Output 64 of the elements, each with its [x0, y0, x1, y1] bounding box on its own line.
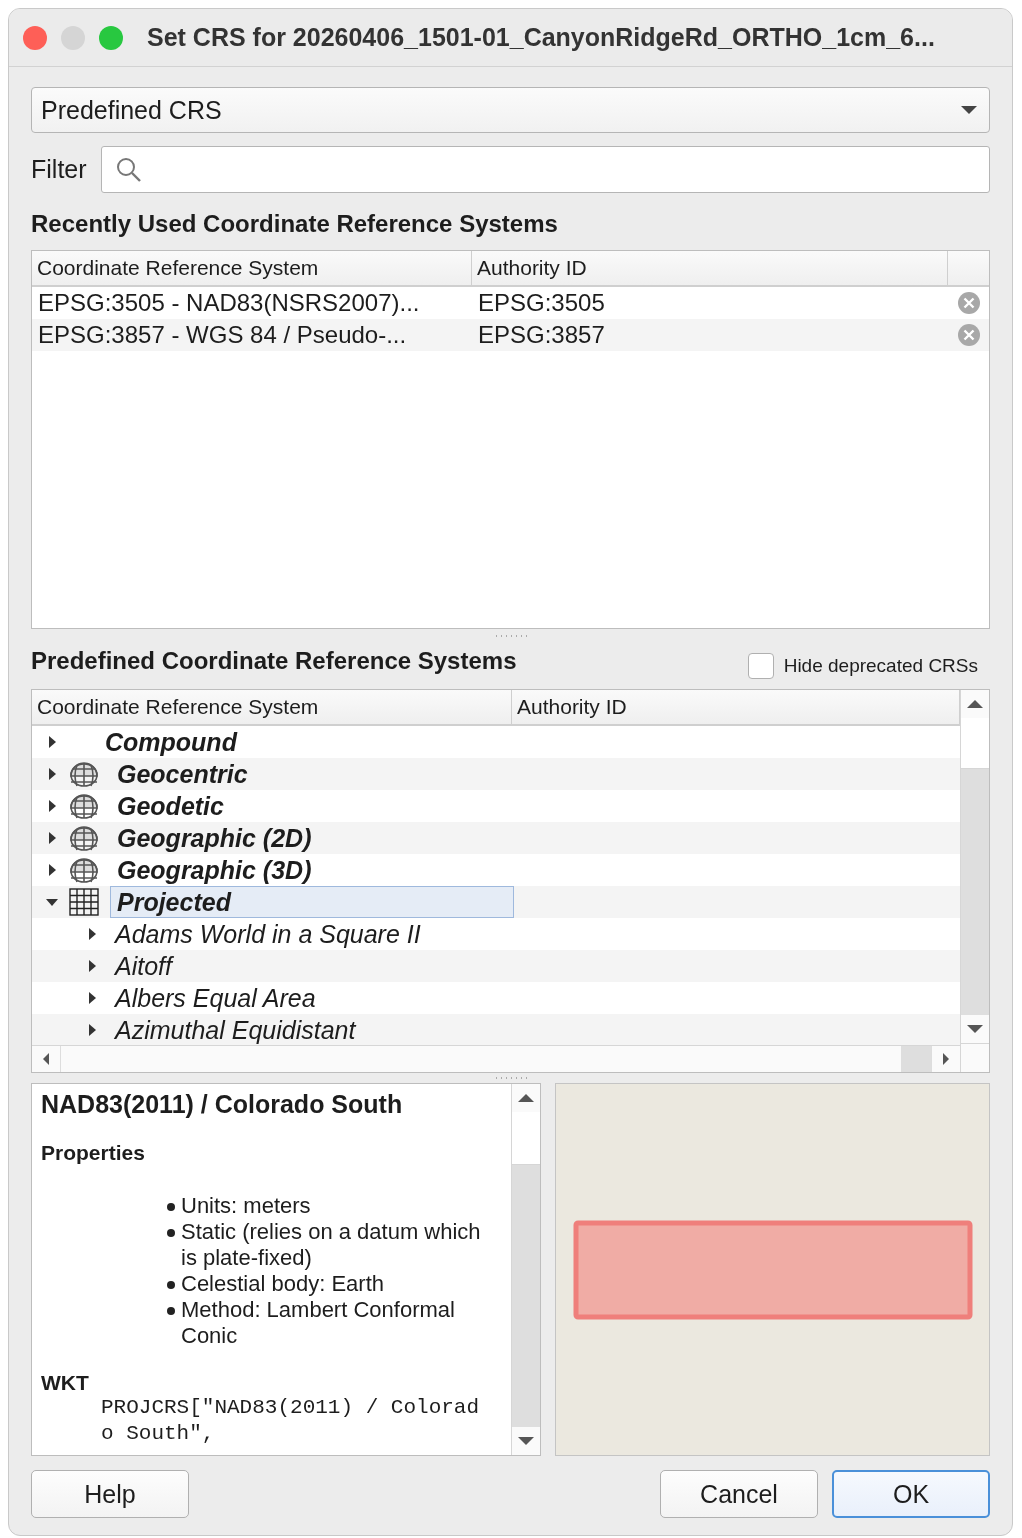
table-cell[interactable]: EPSG:3505 — [472, 289, 912, 317]
table-cell[interactable]: EPSG:3857 — [472, 321, 912, 349]
bullet-icon — [167, 1281, 175, 1289]
caret-icon — [961, 105, 977, 115]
filter-label: Filter — [31, 155, 87, 184]
expand-arrow-icon[interactable] — [46, 767, 58, 781]
scroll-left-icon[interactable] — [41, 1052, 51, 1066]
table-cell[interactable]: EPSG:3857 - WGS 84 / Pseudo-... — [32, 321, 472, 349]
property-text: Static (relies on a datum which is plate-fixed) — [181, 1219, 482, 1271]
expand-arrow-icon[interactable] — [46, 799, 58, 813]
checkbox[interactable] — [747, 653, 774, 679]
expand-arrow-icon[interactable] — [86, 927, 98, 941]
table-cell[interactable]: EPSG:3505 - NAD83(NSRS2007)... — [32, 289, 472, 317]
tree-item[interactable]: Geographic (3D) — [110, 854, 319, 886]
tree-item[interactable]: Geocentric — [110, 758, 255, 790]
checkbox-label: Hide deprecated CRSs — [783, 655, 978, 677]
section-heading: Recently Used Coordinate Reference Systems — [31, 210, 559, 238]
column-header[interactable]: Authority ID — [472, 251, 948, 285]
scroll-up-icon[interactable] — [518, 1093, 534, 1103]
scroll-right-icon[interactable] — [941, 1052, 951, 1066]
tree-item[interactable]: Compound — [98, 726, 244, 758]
expand-arrow-icon[interactable] — [46, 735, 58, 749]
scroll-up-icon[interactable] — [967, 699, 983, 709]
bullet-icon — [167, 1307, 175, 1315]
expand-arrow-icon[interactable] — [86, 1023, 98, 1037]
globe-icon — [68, 760, 100, 788]
scrollbar-thumb[interactable] — [512, 1112, 540, 1165]
dialog-button[interactable]: Cancel — [660, 1470, 818, 1518]
expand-arrow-icon[interactable] — [46, 863, 58, 877]
tree-item[interactable]: Geodetic — [110, 790, 231, 822]
close-button[interactable] — [23, 25, 47, 50]
grid-icon — [68, 888, 100, 916]
expand-arrow-icon[interactable] — [86, 959, 98, 973]
scrollbar-thumb[interactable] — [961, 718, 989, 769]
globe-icon — [68, 792, 100, 820]
section-heading: Predefined Coordinate Reference Systems — [31, 647, 517, 675]
column-header[interactable]: Coordinate Reference System — [32, 690, 512, 724]
tree-item[interactable]: Adams World in a Square II — [108, 918, 428, 950]
search-icon — [115, 156, 142, 183]
expand-arrow-icon[interactable] — [46, 831, 58, 845]
bullet-icon — [167, 1229, 175, 1237]
property-text: Units: meters — [181, 1193, 311, 1219]
column-header[interactable]: Coordinate Reference System — [32, 251, 472, 285]
crs-type-dropdown[interactable]: Predefined CRS — [31, 87, 990, 133]
wkt-text: PROJCRS["NAD83(2011) / Colorado South", — [101, 1395, 480, 1447]
bullet-icon — [167, 1203, 175, 1211]
dialog-button[interactable]: Help — [31, 1470, 189, 1518]
scroll-down-icon[interactable] — [967, 1024, 983, 1034]
window-title: Set CRS for 20260406_1501-01_CanyonRidgeRd_ORTHO_1cm_6... — [147, 23, 935, 52]
globe-icon — [68, 824, 100, 852]
scrollbar-thumb[interactable] — [901, 1046, 931, 1072]
dialog-button[interactable]: OK — [832, 1470, 990, 1518]
property-text: Method: Lambert Conformal Conic — [181, 1297, 456, 1349]
tree-item[interactable]: Projected — [110, 886, 514, 918]
globe-icon — [68, 856, 100, 884]
properties-heading: Properties — [41, 1141, 146, 1165]
crs-title: NAD83(2011) / Colorado South — [41, 1090, 404, 1119]
filter-field[interactable] — [100, 146, 990, 193]
property-text: Celestial body: Earth — [181, 1271, 384, 1297]
tree-item[interactable]: Aitoff — [108, 950, 179, 982]
wkt-heading: WKT — [41, 1371, 90, 1395]
tree-item[interactable]: Albers Equal Area — [108, 982, 323, 1014]
scroll-down-icon[interactable] — [518, 1436, 534, 1446]
expand-arrow-icon[interactable] — [86, 991, 98, 1005]
